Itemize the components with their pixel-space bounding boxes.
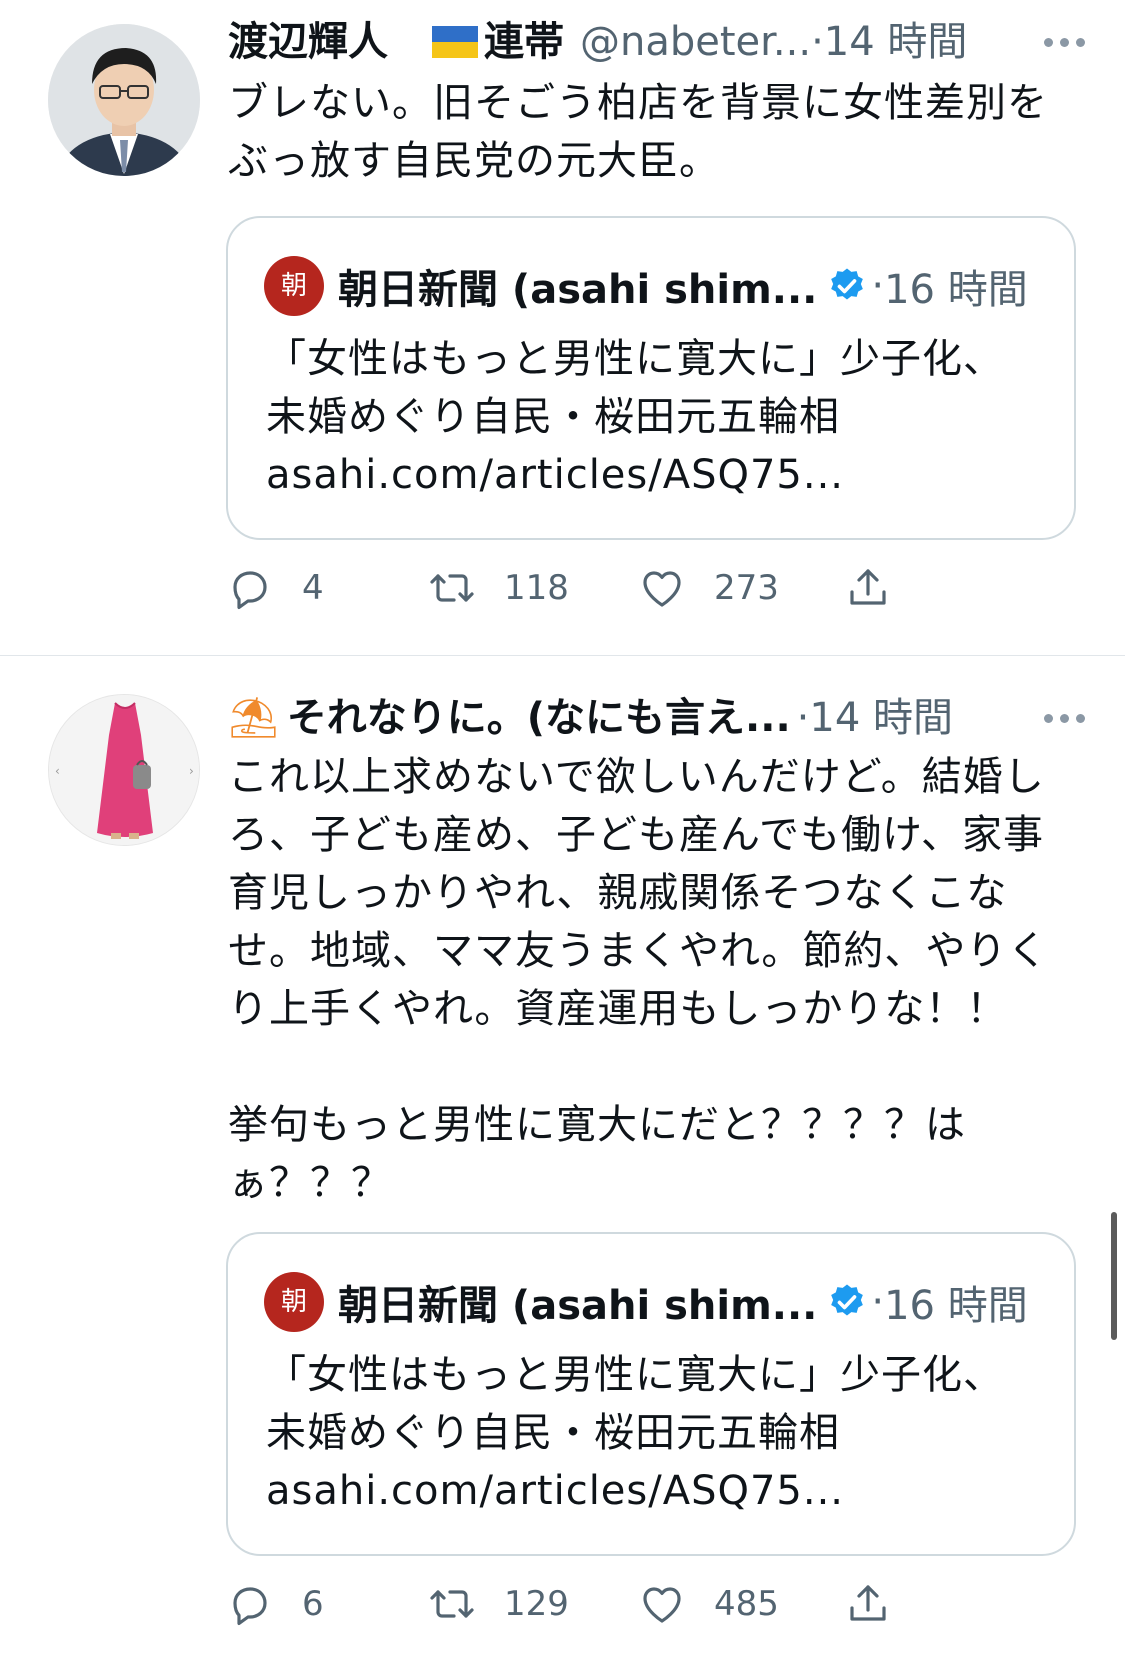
text-line: 育児しっかりやれ、親戚関係そつなくこな <box>228 870 1008 916</box>
text-line: これ以上求めないで欲しいんだけど。結婚し <box>228 754 1045 800</box>
handle[interactable]: @nabeter... <box>580 12 811 72</box>
tweet-text: ブレない。旧そごう柏店を背景に女性差別を ぶっ放す自民党の元大臣。 <box>228 74 1088 190</box>
text-line: 「女性はもっと男性に寛大に」少子化、 <box>266 336 1004 382</box>
verified-icon <box>831 1284 864 1316</box>
timestamp[interactable]: 14 時間 <box>809 688 953 748</box>
asahi-logo-icon: 朝 <box>264 256 324 316</box>
retweet-button[interactable]: 118 <box>428 558 569 618</box>
separator-dot: · <box>871 263 885 309</box>
reply-icon <box>233 1587 267 1625</box>
svg-text:›: › <box>189 764 194 778</box>
beach-umbrella-icon: ⛱ <box>228 695 279 741</box>
quoted-tweet[interactable]: 朝 朝日新聞 (asahi shim... · 16 時間 「女性はもっと男性に… <box>226 216 1076 540</box>
display-name-suffix: 連帯 <box>484 19 564 65</box>
tweet-header: 渡辺輝人 連帯 @nabeter... · 14 時間 <box>228 12 1085 72</box>
link-text[interactable]: asahi.com/articles/ASQ75... <box>266 446 1046 504</box>
text-line: ブレない。旧そごう柏店を背景に女性差別を <box>228 80 1048 126</box>
action-bar: 4 118 273 <box>226 558 946 618</box>
timestamp[interactable]: 14 時間 <box>824 12 968 72</box>
text-line: 未婚めぐり自民・桜田元五輪相 <box>266 394 840 440</box>
tweet-1[interactable]: 渡辺輝人 連帯 @nabeter... · 14 時間 ブレない。旧そごう柏店を… <box>0 0 1125 650</box>
retweet-icon <box>430 574 474 602</box>
quoted-text: 「女性はもっと男性に寛大に」少子化、 未婚めぐり自民・桜田元五輪相 asahi.… <box>266 330 1046 504</box>
verified-icon <box>831 268 864 300</box>
share-icon <box>850 569 886 605</box>
avatar-dress-photo: ‹ › <box>49 695 199 845</box>
like-button[interactable]: 273 <box>638 558 779 618</box>
share-button[interactable] <box>844 558 892 618</box>
reply-button[interactable]: 6 <box>226 1574 324 1634</box>
text-line: ろ、子ども産め、子ども産んでも働け、家事 <box>228 812 1044 858</box>
quoted-timestamp: 16 時間 <box>884 267 1028 313</box>
ukraine-flag-icon <box>432 26 478 58</box>
reply-icon <box>233 571 267 609</box>
quoted-header: 朝日新聞 (asahi shim... · 16 時間 <box>338 254 1028 318</box>
tweet-2[interactable]: ‹ › ⛱ それなりに。(なにも言え... · 14 時間 これ以上求めないで欲… <box>0 656 1125 1660</box>
reply-count: 4 <box>302 568 324 608</box>
quoted-tweet[interactable]: 朝 朝日新聞 (asahi shim... · 16 時間 「女性はもっと男性に… <box>226 1232 1076 1556</box>
quoted-text: 「女性はもっと男性に寛大に」少子化、 未婚めぐり自民・桜田元五輪相 asahi.… <box>266 1346 1046 1520</box>
like-icon <box>643 1587 681 1623</box>
text-line: ぁ？？？ <box>228 1160 392 1206</box>
tweet-text: これ以上求めないで欲しいんだけど。結婚し ろ、子ども産め、子ども産んでも働け、家… <box>228 748 1088 1212</box>
reply-count: 6 <box>302 1584 324 1624</box>
separator-dot: · <box>796 695 810 741</box>
more-icon[interactable] <box>1044 12 1085 72</box>
quoted-timestamp: 16 時間 <box>884 1283 1028 1329</box>
display-name[interactable]: 渡辺輝人 <box>228 12 388 72</box>
reply-button[interactable]: 4 <box>226 558 324 618</box>
text-line: 「女性はもっと男性に寛大に」少子化、 <box>266 1352 1004 1398</box>
tweet-header: ⛱ それなりに。(なにも言え... · 14 時間 <box>228 688 1085 748</box>
link-text[interactable]: asahi.com/articles/ASQ75... <box>266 1462 1046 1520</box>
text-line: ぶっ放す自民党の元大臣。 <box>228 138 720 184</box>
like-count: 273 <box>714 568 779 608</box>
text-line: 挙句もっと男性に寛大にだと？？？？は <box>228 1102 966 1148</box>
retweet-button[interactable]: 129 <box>428 1574 569 1634</box>
svg-text:‹: ‹ <box>55 764 60 778</box>
text-line: 未婚めぐり自民・桜田元五輪相 <box>266 1410 840 1456</box>
text-line: せ。地域、ママ友うまくやれ。節約、やりく <box>228 928 1049 974</box>
avatar[interactable] <box>48 24 200 176</box>
quoted-display-name: 朝日新聞 (asahi shim... <box>338 267 818 313</box>
text-line: り上手くやれ。資産運用もしっかりな！！ <box>228 986 1008 1032</box>
avatar[interactable]: ‹ › <box>48 694 200 846</box>
share-icon <box>850 1585 886 1621</box>
retweet-icon <box>430 1590 474 1618</box>
retweet-count: 118 <box>504 568 569 608</box>
separator-dot: · <box>871 1279 885 1325</box>
retweet-count: 129 <box>504 1584 569 1624</box>
like-count: 485 <box>714 1584 779 1624</box>
action-bar: 6 129 485 <box>226 1574 946 1634</box>
separator-dot: · <box>811 19 824 65</box>
scrollbar[interactable] <box>1111 1212 1117 1340</box>
quoted-display-name: 朝日新聞 (asahi shim... <box>338 1283 818 1329</box>
share-button[interactable] <box>844 1574 892 1634</box>
quoted-header: 朝日新聞 (asahi shim... · 16 時間 <box>338 1270 1028 1334</box>
like-button[interactable]: 485 <box>638 1574 779 1634</box>
more-icon[interactable] <box>1044 688 1085 748</box>
display-name[interactable]: それなりに。(なにも言え... <box>287 688 791 748</box>
asahi-logo-icon: 朝 <box>264 1272 324 1332</box>
like-icon <box>643 571 681 607</box>
avatar-man-portrait <box>48 24 200 176</box>
